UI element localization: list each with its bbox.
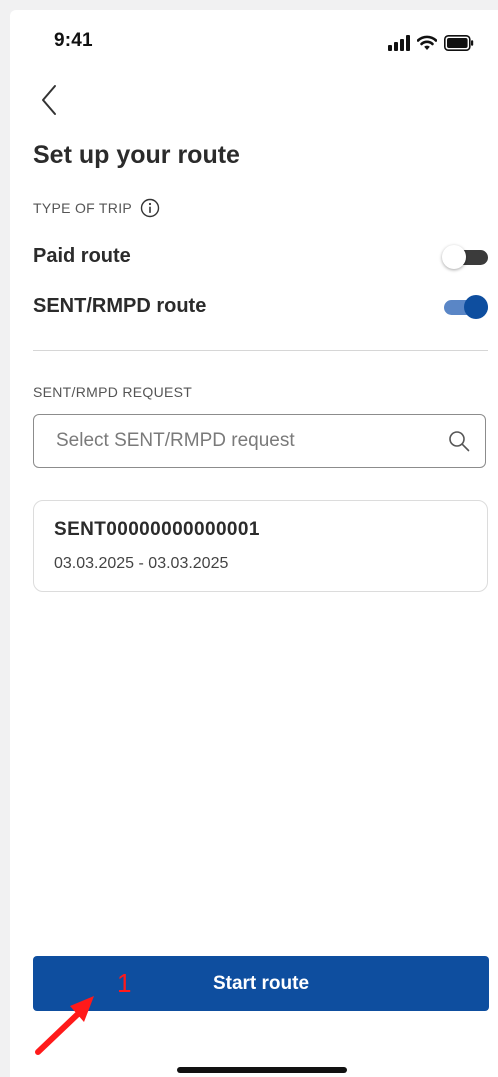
back-button[interactable]: [36, 80, 66, 120]
paid-route-row: Paid route: [33, 239, 488, 273]
status-bar: 9:41: [10, 10, 498, 70]
annotation-arrow-icon: [35, 996, 94, 1055]
search-icon[interactable]: [447, 429, 471, 453]
section-divider: [33, 350, 488, 351]
sent-rmpd-route-toggle[interactable]: [442, 293, 488, 319]
sent-rmpd-route-label: SENT/RMPD route: [33, 294, 207, 317]
wifi-icon: [417, 35, 437, 50]
request-card[interactable]: SENT00000000000001 03.03.2025 - 03.03.20…: [33, 500, 488, 592]
paid-route-label: Paid route: [33, 244, 131, 267]
page-title: Set up your route: [33, 141, 240, 169]
request-search-input[interactable]: [54, 429, 447, 453]
status-time: 9:41: [54, 30, 93, 51]
request-section-label: SENT/RMPD REQUEST: [33, 384, 193, 400]
paid-route-toggle[interactable]: [442, 243, 488, 269]
info-icon[interactable]: [140, 198, 160, 218]
battery-icon: [444, 35, 474, 51]
phone-screen: 9:41 Set up your route TYPE OF TRIP Paid…: [10, 10, 498, 1077]
sent-rmpd-route-row: SENT/RMPD route: [33, 289, 488, 323]
home-indicator: [177, 1067, 347, 1073]
request-id: SENT00000000000001: [54, 519, 260, 540]
status-icons: [388, 34, 474, 52]
annotation-number: 1: [117, 968, 132, 998]
trip-type-header: TYPE OF TRIP: [33, 198, 160, 218]
request-dates: 03.03.2025 - 03.03.2025: [54, 555, 229, 572]
chevron-left-icon: [42, 85, 56, 115]
signal-icon: [388, 35, 410, 51]
request-search-box[interactable]: [33, 414, 486, 468]
trip-type-label: TYPE OF TRIP: [33, 200, 133, 216]
